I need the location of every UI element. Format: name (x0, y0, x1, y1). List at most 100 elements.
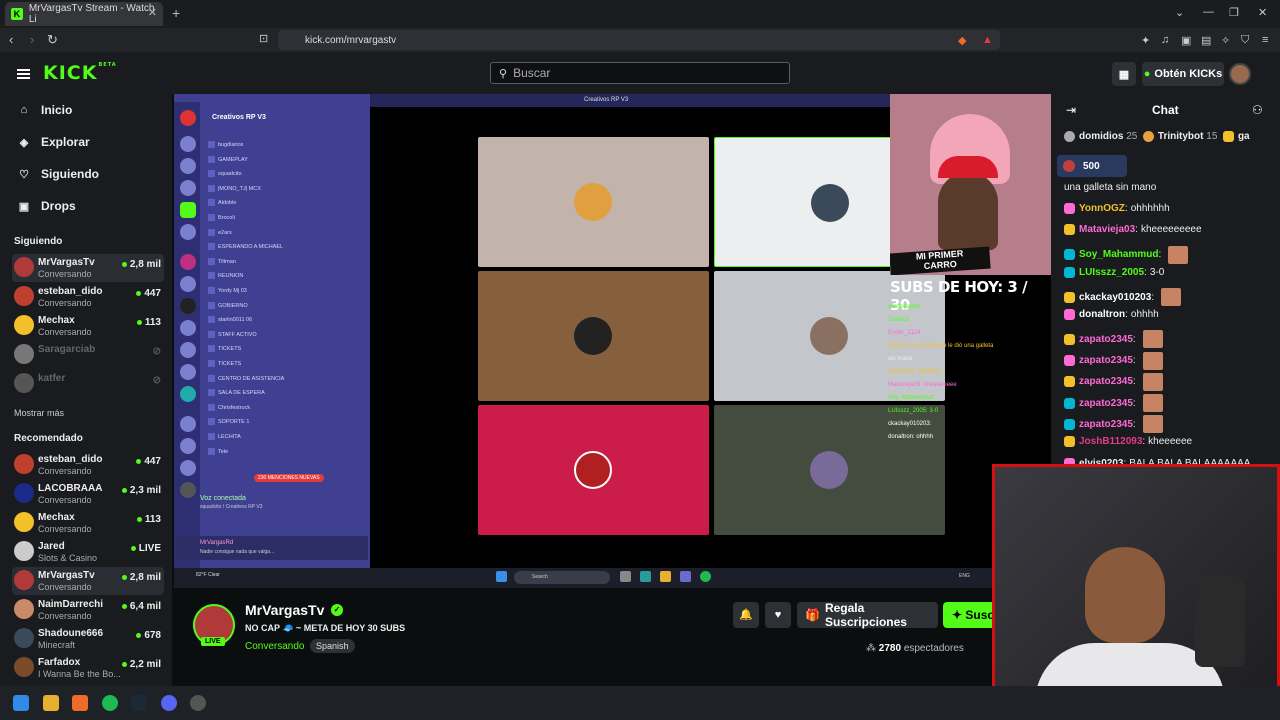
sidebar-channel[interactable]: Farfadox I Wanna Be the Bo... 2,2 mil (12, 654, 164, 682)
show-more-link[interactable]: Mostrar más (14, 408, 64, 418)
chat-username[interactable]: Soy_Mahammud (1079, 249, 1158, 260)
discord-channel-name: GAMEPLAY (218, 156, 248, 163)
pinned-gift[interactable]: 500 (1057, 155, 1127, 177)
subscribe-button[interactable]: ✦ Suscribirse (943, 602, 993, 628)
discord-channel-name: Chrisfestruck (218, 404, 251, 411)
new-tab-icon[interactable]: + (172, 5, 180, 21)
server-icon (180, 180, 196, 196)
reload-icon[interactable]: ↻ (47, 32, 58, 48)
discord-icon[interactable] (161, 695, 177, 711)
discord-channel: Chrisfestruck (208, 403, 251, 411)
emote-icon (1142, 351, 1163, 370)
participant-avatar (574, 183, 612, 221)
compass-icon: ◈ (19, 136, 29, 149)
chat-username[interactable]: JoshB112093 (1079, 436, 1142, 447)
discord-channel: GOBIERNO (208, 301, 248, 309)
user-avatar[interactable] (1229, 63, 1251, 85)
language-tag[interactable]: Spanish (310, 639, 355, 653)
chat-message: donaltron: ohhhh (1064, 309, 1159, 321)
chat-username[interactable]: Matavieja03 (1079, 224, 1135, 235)
spotify-icon[interactable] (102, 695, 118, 711)
sidebar-channel[interactable]: Jared Slots & Casino LIVE (12, 538, 164, 566)
leo-icon[interactable]: ✧ (1221, 34, 1230, 47)
notification-bell-button[interactable]: 🔔 (733, 602, 759, 628)
sidebar-channel[interactable]: MrVargasTv Conversando 2,8 mil (12, 254, 164, 282)
bookmark-icon[interactable]: ⊡ (259, 32, 268, 45)
sidebar-channel[interactable]: esteban_dido Conversando 447 (12, 451, 164, 479)
sidebar-channel[interactable]: Shadoune666 Minecraft 678 (12, 625, 164, 653)
nav-siguiendo[interactable]: ♡ Siguiendo (18, 167, 99, 181)
wallet-icon[interactable]: ▤ (1201, 34, 1211, 47)
tab-search-icon[interactable]: ⌄ (1175, 6, 1184, 19)
sidebar-channel[interactable]: katfer ⊘ (12, 370, 164, 398)
chat-username[interactable]: zapato2345 (1079, 355, 1133, 366)
close-tab-icon[interactable]: ✕ (148, 6, 157, 19)
call-tile (478, 271, 709, 401)
chat-username[interactable]: zapato2345 (1079, 376, 1133, 387)
chat-colon: : (1158, 249, 1162, 261)
nav-drops[interactable]: ▣ Drops (18, 199, 76, 213)
kick-logo[interactable]: KICKBETA (43, 62, 117, 84)
cam-banner: MI PRIMER CARRO (890, 246, 991, 275)
channel-avatar (14, 483, 34, 503)
viewer-count-text: LIVE (138, 543, 161, 554)
stream-category[interactable]: Conversando (245, 641, 304, 652)
chat-colon: : (1144, 266, 1147, 278)
chat-username[interactable]: zapato2345 (1079, 419, 1133, 430)
chat-username[interactable]: YonnOGZ (1079, 203, 1125, 214)
streamer-name[interactable]: MrVargasTv (245, 602, 324, 618)
tray-language: ENG (959, 573, 970, 579)
video-player[interactable]: Creativos RP V3 Creativos RP V3 bugdiari… (174, 94, 1051, 588)
sub-badge-icon (1064, 355, 1075, 367)
chat-message: JoshB112093: kheeeeee (1064, 436, 1192, 448)
chat-username[interactable]: ckackay010203 (1079, 292, 1151, 303)
chat-username[interactable]: LUIsszz_2005 (1079, 267, 1144, 278)
chat-username[interactable]: zapato2345 (1079, 334, 1133, 345)
brave-icon[interactable] (72, 695, 88, 711)
media-icon[interactable]: ♫ (1161, 34, 1169, 46)
obs-icon[interactable] (190, 695, 206, 711)
discord-channel: Brocoli (208, 214, 235, 221)
brave-shield-icon[interactable]: ◆ (958, 34, 966, 47)
browser-tab[interactable]: K MrVargasTv Stream - Watch Li ✕ (5, 2, 163, 26)
sidebar-channel[interactable]: Mechax Conversando 113 (12, 509, 164, 537)
sidebar-channel[interactable]: Saragarciab ⊘ (12, 341, 164, 369)
emote-icon (1161, 288, 1182, 306)
back-icon[interactable]: ‹ (9, 32, 13, 47)
channel-name: NaimDarrechi (38, 599, 104, 610)
hamburger-menu-icon[interactable] (17, 69, 30, 79)
close-window-icon[interactable]: ✕ (1258, 6, 1267, 19)
menu-icon[interactable]: ≡ (1262, 34, 1268, 46)
vpn-icon[interactable]: ⛉ (1241, 34, 1249, 47)
chat-username[interactable]: zapato2345 (1079, 398, 1133, 409)
sidebar-channel[interactable]: Mechax Conversando 113 (12, 312, 164, 340)
browse-icon[interactable]: ▦ (1112, 62, 1136, 86)
gift-subs-button[interactable]: 🎁 Regala Suscripciones (797, 601, 938, 629)
extensions-icon[interactable]: ✦ (1141, 34, 1150, 47)
sidebar-channel[interactable]: NaimDarrechi Conversando 6,4 mil (12, 596, 164, 624)
sidebar-toggle-icon[interactable]: ▣ (1181, 34, 1191, 47)
nav-inicio[interactable]: ⌂ Inicio (18, 103, 73, 117)
get-kicks-button[interactable]: ● Obtén KICKs (1142, 62, 1224, 86)
search-input[interactable]: ⚲ Buscar (490, 62, 790, 84)
nav-explorar[interactable]: ◈ Explorar (18, 135, 90, 149)
chat-username[interactable]: donaltron (1079, 309, 1125, 320)
channel-icon (208, 272, 215, 280)
rewards-icon[interactable]: ▲ (982, 34, 993, 46)
windows-start-icon[interactable] (13, 695, 29, 711)
steam-icon[interactable] (131, 695, 147, 711)
forward-icon[interactable]: › (30, 32, 34, 47)
discord-channel-name: e2ars (218, 229, 232, 236)
maximize-icon[interactable]: ❐ (1229, 6, 1239, 19)
chat-users-icon[interactable]: ⚇ (1252, 103, 1263, 117)
red-cap (938, 156, 998, 178)
sidebar-channel[interactable]: esteban_dido Conversando 447 (12, 283, 164, 311)
file-explorer-icon[interactable] (43, 695, 59, 711)
minimize-icon[interactable]: — (1203, 6, 1214, 18)
viewer-count: 447 (136, 288, 161, 299)
sidebar-channel[interactable]: MrVargasTv Conversando 2,8 mil (12, 567, 164, 595)
collapse-chat-icon[interactable]: ⇥ (1066, 103, 1076, 117)
channel-avatar (14, 373, 34, 393)
follow-button[interactable]: ♥ (765, 602, 791, 628)
sidebar-channel[interactable]: LACOBRAAA Conversando 2,3 mil (12, 480, 164, 508)
